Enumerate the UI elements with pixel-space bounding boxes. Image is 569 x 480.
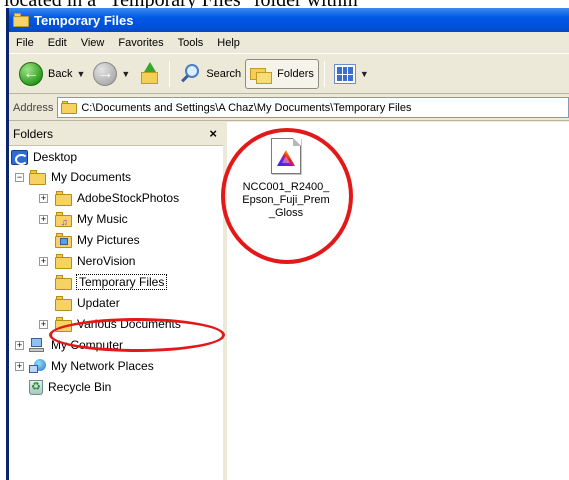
menu-edit[interactable]: Edit [41, 37, 74, 49]
file-list-pane: NCC001_R2400_Epson_Fuji_Prem_Gloss [221, 122, 569, 480]
forward-arrow-icon: → [93, 62, 118, 86]
desktop-icon [11, 149, 28, 165]
search-label: Search [206, 68, 242, 80]
back-button[interactable]: ← Back ▼ [15, 58, 89, 90]
content-area: Folders × Desktop − My Documents + Adobe… [9, 122, 569, 480]
tree-item-my-pictures[interactable]: My Pictures [55, 230, 140, 250]
tree-item-my-computer[interactable]: My Computer [29, 335, 123, 355]
address-path: C:\Documents and Settings\A Chaz\My Docu… [81, 101, 412, 114]
file-name: NCC001_R2400_Epson_Fuji_Prem_Gloss [242, 181, 330, 219]
color-profile-file-icon [271, 138, 301, 174]
up-folder-icon [138, 62, 160, 86]
tree-item-updater[interactable]: Updater [55, 293, 120, 313]
tree-item-label: AdobeStockPhotos [77, 191, 180, 205]
expand-icon[interactable]: + [39, 320, 48, 329]
tree-item-label: Various Documents [77, 317, 181, 331]
menu-tools[interactable]: Tools [171, 37, 211, 49]
forward-button[interactable]: → ▼ [89, 58, 134, 90]
up-button[interactable] [134, 58, 164, 90]
computer-icon [29, 337, 46, 353]
menu-help[interactable]: Help [210, 37, 247, 49]
tree-item-label: Recycle Bin [48, 380, 112, 394]
tree-item-label: Temporary Files [75, 274, 168, 290]
views-button[interactable]: ▼ [330, 58, 373, 90]
close-icon[interactable]: × [209, 126, 217, 141]
window-title: Temporary Files [34, 12, 134, 28]
folders-label: Folders [277, 68, 314, 80]
tree-item-nerovision[interactable]: NeroVision [55, 251, 135, 271]
tree-item-my-network-places[interactable]: My Network Places [29, 356, 154, 376]
views-dropdown-icon[interactable]: ▼ [360, 69, 369, 79]
tree-item-my-documents[interactable]: My Documents [29, 167, 131, 187]
expand-icon[interactable]: + [39, 215, 48, 224]
tree-item-desktop[interactable]: Desktop [11, 147, 77, 167]
address-label: Address [13, 101, 54, 114]
folders-button[interactable]: Folders [245, 59, 319, 89]
folder-icon [55, 295, 72, 311]
title-bar[interactable]: Temporary Files [9, 8, 569, 32]
back-arrow-icon: ← [19, 62, 43, 86]
tree-item-label: My Pictures [77, 233, 140, 247]
tree-item-label: Desktop [33, 150, 78, 164]
expand-icon[interactable]: + [39, 257, 48, 266]
tree-item-temporary-files[interactable]: Temporary Files [55, 272, 168, 292]
folders-icon [250, 64, 273, 84]
address-bar: Address C:\Documents and Settings\A Chaz… [9, 95, 569, 121]
tree-item-adobestockphotos[interactable]: AdobeStockPhotos [55, 188, 179, 208]
search-icon [179, 63, 201, 85]
folder-icon [13, 13, 29, 27]
explorer-window: Temporary Files File Edit View Favorites… [6, 8, 569, 480]
folders-pane-header: Folders × [9, 122, 223, 146]
folder-icon [55, 253, 72, 269]
menu-view[interactable]: View [74, 37, 112, 49]
toolbar-separator [169, 61, 171, 87]
folders-pane: Folders × Desktop − My Documents + Adobe… [9, 122, 227, 480]
tree-item-label: My Computer [51, 338, 124, 352]
expand-icon[interactable]: + [15, 362, 24, 371]
address-field[interactable]: C:\Documents and Settings\A Chaz\My Docu… [57, 97, 569, 118]
tree-item-label: Updater [77, 296, 120, 310]
recycle-bin-icon [29, 379, 43, 395]
folders-pane-title: Folders [13, 126, 54, 141]
back-dropdown-icon[interactable]: ▼ [76, 69, 85, 79]
forward-dropdown-icon[interactable]: ▼ [121, 69, 130, 79]
tree-item-label: My Music [77, 212, 128, 226]
tree-item-recycle-bin[interactable]: Recycle Bin [29, 377, 111, 397]
tree-item-label: NeroVision [77, 254, 136, 268]
menu-favorites[interactable]: Favorites [111, 37, 170, 49]
tree-item-my-music[interactable]: ♫ My Music [55, 209, 128, 229]
views-icon [333, 64, 356, 84]
expand-icon[interactable]: + [15, 341, 24, 350]
back-label: Back [48, 68, 73, 80]
search-button[interactable]: Search [175, 58, 245, 90]
network-icon [29, 358, 46, 374]
expand-icon[interactable]: + [39, 194, 48, 203]
documents-folder-icon [29, 169, 46, 185]
music-folder-icon: ♫ [55, 211, 72, 227]
menu-file[interactable]: File [9, 37, 41, 49]
folder-icon [55, 316, 72, 332]
folder-icon [55, 190, 72, 206]
pictures-folder-icon [55, 232, 72, 248]
tree-item-various-documents[interactable]: Various Documents [55, 314, 181, 334]
collapse-icon[interactable]: − [15, 173, 24, 182]
page-caption-text: located in a "Temporary Files" folder wi… [0, 0, 569, 8]
file-item[interactable]: NCC001_R2400_Epson_Fuji_Prem_Gloss [221, 128, 353, 264]
menu-bar: File Edit View Favorites Tools Help [9, 32, 569, 54]
toolbar-separator [323, 61, 325, 87]
toolbar: ← Back ▼ → ▼ Search Folders ▼ [9, 55, 569, 94]
folder-icon [61, 101, 78, 114]
folder-open-icon [55, 274, 72, 290]
tree-item-label: My Network Places [51, 359, 154, 373]
tree-item-label: My Documents [51, 170, 132, 184]
